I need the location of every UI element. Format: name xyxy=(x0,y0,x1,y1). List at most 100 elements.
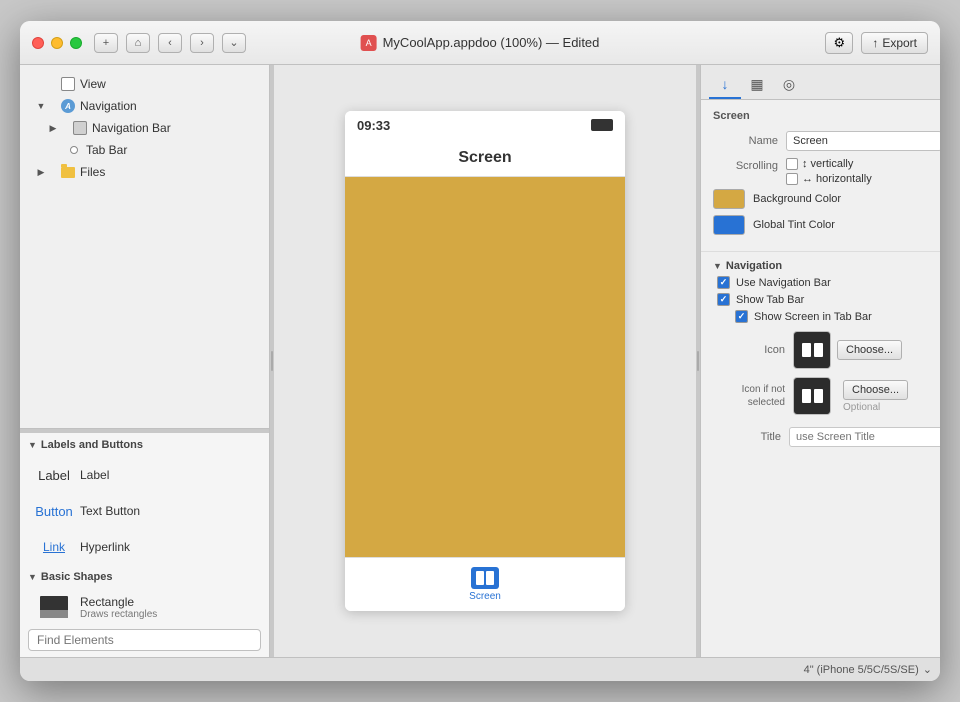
navigation-section: ▼ Navigation ✓ Use Navigation Bar xyxy=(701,252,940,459)
canvas-area: 09:33 Screen Screen xyxy=(274,65,696,657)
show-screen-in-tab-checkbox[interactable]: ✓ xyxy=(735,310,748,323)
text-button-preview-icon: Button xyxy=(36,497,72,525)
screen-section: Screen Name Scrolling ↕ vertically xyxy=(701,100,940,252)
show-screen-in-tab-row[interactable]: ✓ Show Screen in Tab Bar xyxy=(731,310,928,323)
tab-icon xyxy=(471,567,499,589)
window-title-area: A MyCoolApp.appdoo (100%) — Edited xyxy=(361,35,600,51)
tree-label-files: Files xyxy=(80,165,105,179)
name-label: Name xyxy=(713,135,778,147)
section-labels-buttons[interactable]: ▼ Labels and Buttons xyxy=(20,433,269,457)
back-button[interactable]: ‹ xyxy=(158,33,182,53)
screen-section-label: Screen xyxy=(713,110,928,122)
tab-page-right xyxy=(486,571,494,585)
title-bar: + ⌂ ‹ › ⌄ A MyCoolApp.appdoo (100%) — Ed… xyxy=(20,21,940,65)
show-tab-bar-checkbox[interactable]: ✓ xyxy=(717,293,730,306)
use-nav-bar-row[interactable]: ✓ Use Navigation Bar xyxy=(713,276,928,289)
element-label[interactable]: Label Label xyxy=(20,457,269,493)
scroll-options: ↕ vertically ↔ horizontally xyxy=(786,158,872,185)
divider-dot xyxy=(271,351,273,371)
show-tab-bar-wrap[interactable]: ✓ Show Tab Bar xyxy=(717,293,804,306)
gear-button[interactable]: ⚙ xyxy=(825,32,853,54)
close-button[interactable] xyxy=(32,37,44,49)
gear-icon: ⚙ xyxy=(833,35,845,51)
tree-label-navigation: Navigation xyxy=(80,99,137,113)
background-color-swatch[interactable] xyxy=(713,189,745,209)
rect-icon xyxy=(40,596,68,618)
section-basic-shapes[interactable]: ▼ Basic Shapes xyxy=(20,565,269,589)
icon-not-selected-choose-button[interactable]: Choose... xyxy=(843,380,908,400)
export-button[interactable]: ↑ Export xyxy=(861,32,928,54)
navigation-section-header[interactable]: ▼ Navigation xyxy=(701,252,940,276)
add-button[interactable]: + xyxy=(94,33,118,53)
global-tint-row[interactable]: Global Tint Color xyxy=(713,215,928,235)
tree-item-files[interactable]: ▶ Files xyxy=(20,161,269,183)
element-hyperlink-name: Hyperlink xyxy=(80,540,130,554)
show-tab-bar-row[interactable]: ✓ Show Tab Bar xyxy=(713,293,928,306)
forward-button[interactable]: › xyxy=(190,33,214,53)
scrolling-row: Scrolling ↕ vertically ↔ horizontally xyxy=(713,158,928,185)
device-dropdown-icon[interactable]: ⌄ xyxy=(923,663,932,676)
element-text-button-name: Text Button xyxy=(80,504,140,518)
phone-tab-bar: Screen xyxy=(345,557,625,611)
scroll-vertical-checkbox[interactable] xyxy=(786,158,798,170)
icon-preview[interactable] xyxy=(793,331,831,369)
use-nav-bar-checkbox[interactable]: ✓ xyxy=(717,276,730,289)
label-el-preview: Label xyxy=(38,468,70,483)
scrolling-label: Scrolling xyxy=(713,158,778,172)
name-prop-row: Name xyxy=(713,130,928,152)
icon-ns-page-left xyxy=(802,389,811,403)
icon-not-selected-preview-inner xyxy=(802,389,823,403)
scroll-horizontal-label: ↔ horizontally xyxy=(802,173,872,185)
icon-ns-page-right xyxy=(814,389,823,403)
element-hyperlink[interactable]: Link Hyperlink xyxy=(20,529,269,565)
folder-icon xyxy=(61,167,75,178)
background-color-row[interactable]: Background Color xyxy=(713,189,928,209)
tree-item-view[interactable]: View xyxy=(20,73,269,95)
element-rectangle-name: Rectangle xyxy=(80,595,157,609)
app-window: + ⌂ ‹ › ⌄ A MyCoolApp.appdoo (100%) — Ed… xyxy=(20,21,940,681)
toolbar-right: ⚙ ↑ Export xyxy=(825,32,928,54)
home-button[interactable]: ⌂ xyxy=(126,33,150,53)
element-rectangle[interactable]: Rectangle Draws rectangles xyxy=(20,589,269,625)
phone-status-bar: 09:33 xyxy=(345,111,625,139)
tree-item-navigation-bar[interactable]: ▶ Navigation Bar xyxy=(20,117,269,139)
navbaritem-icon xyxy=(73,121,87,135)
chevron-button[interactable]: ⌄ xyxy=(222,33,246,53)
right-panel-tabs: ↓ ▦ ◎ xyxy=(701,65,940,100)
tab-label: Screen xyxy=(469,591,501,602)
section-triangle-icon: ▼ xyxy=(28,440,37,450)
tree-item-navigation[interactable]: ▼ A Navigation xyxy=(20,95,269,117)
name-input[interactable] xyxy=(786,131,940,151)
find-input[interactable] xyxy=(28,629,261,651)
plus-icon: + xyxy=(103,37,109,49)
element-rectangle-text: Rectangle Draws rectangles xyxy=(80,595,157,620)
navbar-triangle-icon: ▶ xyxy=(48,123,58,133)
scroll-horizontal-checkbox[interactable] xyxy=(786,173,798,185)
minimize-button[interactable] xyxy=(51,37,63,49)
use-nav-bar-wrap[interactable]: ✓ Use Navigation Bar xyxy=(717,276,831,289)
icon-not-selected-preview[interactable] xyxy=(793,377,831,415)
export-label: Export xyxy=(882,36,917,50)
main-content: View ▼ A Navigation ▶ Navigation Bar xyxy=(20,65,940,657)
navigation-collapse-icon: ▼ xyxy=(713,261,722,271)
scroll-horizontal-option[interactable]: ↔ horizontally xyxy=(786,173,872,185)
title-input[interactable] xyxy=(789,427,940,447)
element-text-button[interactable]: Button Text Button xyxy=(20,493,269,529)
navigation-section-label: Navigation xyxy=(726,260,782,272)
scroll-vertical-option[interactable]: ↕ vertically xyxy=(786,158,872,170)
global-tint-swatch[interactable] xyxy=(713,215,745,235)
info-icon: ◎ xyxy=(783,76,795,93)
show-screen-in-tab-wrap[interactable]: ✓ Show Screen in Tab Bar xyxy=(735,310,872,323)
show-screen-in-tab-label: Show Screen in Tab Bar xyxy=(754,311,872,323)
window-title: MyCoolApp.appdoo (100%) — Edited xyxy=(383,35,600,50)
tab-layout[interactable]: ▦ xyxy=(741,71,773,99)
tab-icon-inner xyxy=(476,571,494,585)
tree-item-tab-bar[interactable]: Tab Bar xyxy=(20,139,269,161)
find-input-wrap xyxy=(20,625,269,657)
tree-panel: View ▼ A Navigation ▶ Navigation Bar xyxy=(20,65,269,428)
maximize-button[interactable] xyxy=(70,37,82,49)
tab-info[interactable]: ◎ xyxy=(773,71,805,99)
icon-choose-button[interactable]: Choose... xyxy=(837,340,902,360)
tab-properties[interactable]: ↓ xyxy=(709,71,741,99)
choose-optional-wrap: Choose... Optional xyxy=(843,380,908,413)
